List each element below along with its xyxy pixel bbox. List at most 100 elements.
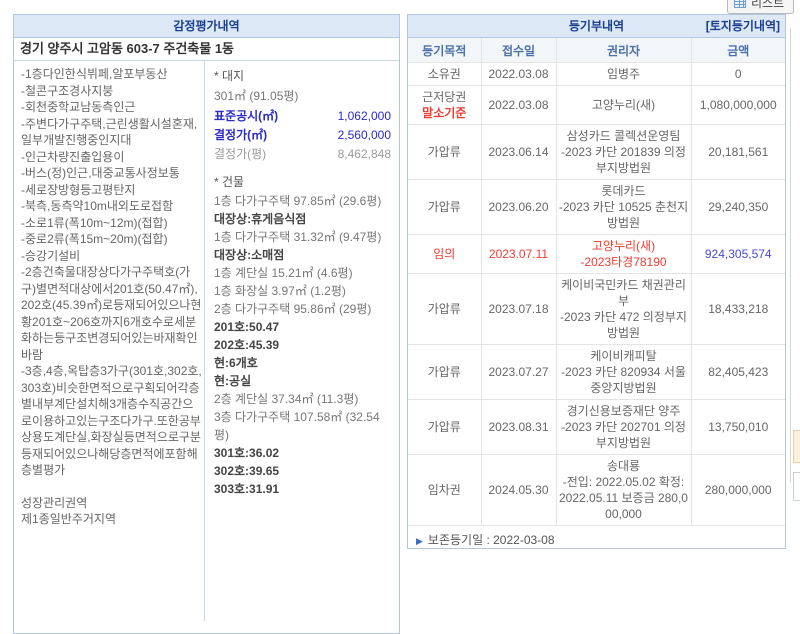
building-line: 1층 다가구주택 97.85㎡ (29.6평) xyxy=(214,194,382,208)
adjacent-panel-border xyxy=(790,28,791,483)
appraisal-note-line: -인근차량진출입용이 xyxy=(21,149,125,164)
zoning-line: 제1종일반주거지역 xyxy=(21,512,116,526)
land-registry-link[interactable]: [토지등기내역] xyxy=(706,15,780,37)
registry-panel: 등기부내역 [토지등기내역] 등기목적 접수일 권리자 금액 소유권 2022.03.0… xyxy=(407,14,786,549)
cell-purpose: 가압류 xyxy=(408,124,482,180)
building-line: 1층 화장실 3.97㎡ (1.2평) xyxy=(214,284,346,298)
appraisal-note-line: -중로2류(폭15m~20m)(접합) xyxy=(21,232,168,246)
adjacent-panel-sliver xyxy=(793,430,800,463)
land-value-row: 결정가(평) 8,462,848 xyxy=(214,145,391,164)
registry-table: 등기목적 접수일 권리자 금액 소유권 2022.03.08 임병주 0 근저당권 말소기준 20… xyxy=(408,38,785,526)
cell-amount: 13,750,010 xyxy=(691,399,785,455)
registry-column-header: 등기목적 xyxy=(408,38,482,63)
cell-holder: 임병주 xyxy=(556,62,692,86)
cell-purpose: 가압류 xyxy=(408,344,482,400)
registry-column-header: 접수일 xyxy=(481,38,557,63)
cell-purpose: 임의 xyxy=(408,234,482,274)
building-line: 303호:31.91 xyxy=(214,482,280,496)
appraisal-note-line: -3층,4층,옥탑층3가구(301호,302호,303호)비슷한면적으로구획되어… xyxy=(21,364,202,477)
registry-column-header: 금액 xyxy=(691,38,785,63)
cell-purpose: 가압류 xyxy=(408,399,482,455)
land-value-label: 표준공시(㎡) xyxy=(214,109,279,123)
building-line: 2층 다가구주택 95.86㎡ (29평) xyxy=(214,302,372,316)
registry-panel-titlebar: 등기부내역 [토지등기내역] xyxy=(408,15,785,38)
land-value-label: 결정가(평) xyxy=(214,147,267,161)
appraisal-note-line: -회천중학교남동측인근 xyxy=(21,100,136,114)
cell-amount: 1,080,000,000 xyxy=(691,85,785,125)
cell-date: 2024.05.30 xyxy=(481,454,557,526)
appraisal-values-column: * 대지 301㎡ (91.05평) 표준공시(㎡) 1,062,000 결정가(㎡) 2… xyxy=(205,61,399,621)
cell-holder: 케이비국민카드 채권관리부 -2023 카단 472 의정부지방법원 xyxy=(556,273,692,345)
cell-date: 2022.03.08 xyxy=(481,85,557,125)
appraisal-note-line: -북측,동측약10m내외도로접함 xyxy=(21,199,174,213)
building-line: 대장상:휴게음식점 xyxy=(214,212,307,226)
land-area: 301㎡ (91.05평) xyxy=(214,89,299,103)
cell-holder: 경기신용보증재단 양주 -2023 카단 202701 의정부지방법원 xyxy=(556,399,692,455)
cell-purpose: 임차권 xyxy=(408,454,482,526)
building-section-label: * 건물 xyxy=(214,175,245,189)
list-view-button[interactable]: 리스트 xyxy=(727,0,795,14)
cell-date: 2023.07.27 xyxy=(481,344,557,400)
cell-date: 2023.07.11 xyxy=(481,234,557,274)
building-line: 2층 계단실 37.34㎡ (11.3평) xyxy=(214,392,359,406)
appraisal-body: -1층다인한식뷔페,알포부동산 -철콘구조경사지붕 -회천중학교남동측인근 -주변다가… xyxy=(14,61,399,621)
appraisal-note-line: -주변다가구주택,근린생활시설혼재,일부개발진행중인지대 xyxy=(21,116,198,148)
building-line: 301호:36.02 xyxy=(214,446,280,460)
building-line: 3층 다가구주택 107.58㎡ (32.54평) xyxy=(214,410,380,442)
registry-row: 소유권 2022.03.08 임병주 0 xyxy=(408,62,785,86)
building-line: 대장상:소매점 xyxy=(214,248,285,262)
appraisal-note-line: -소로1류(폭10m~12m)(접합) xyxy=(21,215,168,230)
cell-holder: 케이비캐피탈 -2023 카단 820934 서울중앙지방법원 xyxy=(556,344,692,400)
cell-date: 2023.06.20 xyxy=(481,179,557,235)
building-line: 1층 다가구주택 31.32㎡ (9.47평) xyxy=(214,230,382,244)
cell-amount: 280,000,000 xyxy=(691,454,785,526)
cell-date: 2023.06.14 xyxy=(481,124,557,180)
land-value-row: 표준공시(㎡) 1,062,000 xyxy=(214,107,391,126)
arrow-marker-icon: ▶ xyxy=(416,536,423,546)
land-section-label: * 대지 xyxy=(214,69,245,83)
registry-row: 근저당권 말소기준 2022.03.08 고양누리(새) 1,080,000,000 xyxy=(408,85,785,125)
appraisal-note-line: -2층건축물대장상다가구주택호(가구)별면적대상에서201호(50.47㎡),2… xyxy=(21,265,202,362)
registry-row: 임의 2023.07.11 고양누리(새) -2023타경78190 924,305,… xyxy=(408,234,785,274)
cell-purpose: 가압류 xyxy=(408,179,482,235)
land-value-label: 결정가(㎡) xyxy=(214,128,268,142)
cell-purpose: 소유권 xyxy=(408,62,482,86)
cell-holder: 롯데카드 -2023 카단 10525 춘천지방법원 xyxy=(556,179,692,235)
values-spacer xyxy=(214,164,391,172)
purpose-sub-label: 말소기준 xyxy=(422,106,467,120)
cell-holder: 고양누리(새) xyxy=(556,85,692,125)
registry-row: 가압류 2023.08.31 경기신용보증재단 양주 -2023 카단 202701… xyxy=(408,399,785,455)
cell-amount: 0 xyxy=(691,62,785,86)
appraisal-note-line: -세로장방형등고평탄지 xyxy=(21,182,136,197)
registry-row: 임차권 2024.05.30 송대룡 -전입: 2022.05.02 확정: 202… xyxy=(408,454,785,526)
appraisal-note-line: -승강기설비 xyxy=(21,248,81,263)
cell-amount: 20,181,561 xyxy=(691,124,785,180)
cell-amount: 18,433,218 xyxy=(691,273,785,345)
land-value-amount: 2,560,000 xyxy=(337,128,391,142)
appraisal-note-line: -버스(정)인근,대중교통사정보통 xyxy=(21,166,180,180)
list-grid-icon xyxy=(734,0,746,8)
cell-holder: 송대룡 -전입: 2022.05.02 확정: 2022.05.11 보증금 2… xyxy=(556,454,692,526)
registry-row: 가압류 2023.06.14 삼성카드 콜렉션운영팀 -2023 카단 201839… xyxy=(408,124,785,180)
appraisal-note-line: -1층다인한식뷔페,알포부동산 xyxy=(21,67,168,81)
cell-purpose: 가압류 xyxy=(408,273,482,345)
appraisal-note-line: -철콘구조경사지붕 xyxy=(21,83,114,98)
preservation-date-text: 보존등기일 : 2022-03-08 xyxy=(427,533,555,547)
appraisal-panel: 감정평가내역 경기 양주시 고암동 603-7 주건축물 1동 -1층다인한식뷔… xyxy=(13,14,400,634)
registry-row: 가압류 2023.06.20 롯데카드 -2023 카단 10525 춘천지방법원 2… xyxy=(408,179,785,235)
registry-header-row: 등기목적 접수일 권리자 금액 xyxy=(408,38,785,63)
building-line: 201호:50.47 xyxy=(214,320,280,334)
land-value-row: 결정가(㎡) 2,560,000 xyxy=(214,126,391,145)
registry-panel-title: 등기부내역 xyxy=(568,19,625,33)
cell-date: 2023.07.18 xyxy=(481,273,557,345)
registry-row: 가압류 2023.07.18 케이비국민카드 채권관리부 -2023 카단 472 … xyxy=(408,273,785,345)
appraisal-panel-title: 감정평가내역 xyxy=(14,15,399,38)
property-address: 경기 양주시 고암동 603-7 주건축물 1동 xyxy=(14,38,399,61)
building-line: 현:6개호 xyxy=(214,356,258,370)
zoning-line: 성장관리권역 xyxy=(21,495,88,510)
notes-spacer xyxy=(21,479,202,495)
cell-holder: 삼성카드 콜렉션운영팀 -2023 카단 201839 의정부지방법원 xyxy=(556,124,692,180)
building-line: 1층 계단실 15.21㎡ (4.6평) xyxy=(214,266,353,280)
registry-column-header: 권리자 xyxy=(556,38,692,63)
cell-amount: 82,405,423 xyxy=(691,344,785,400)
